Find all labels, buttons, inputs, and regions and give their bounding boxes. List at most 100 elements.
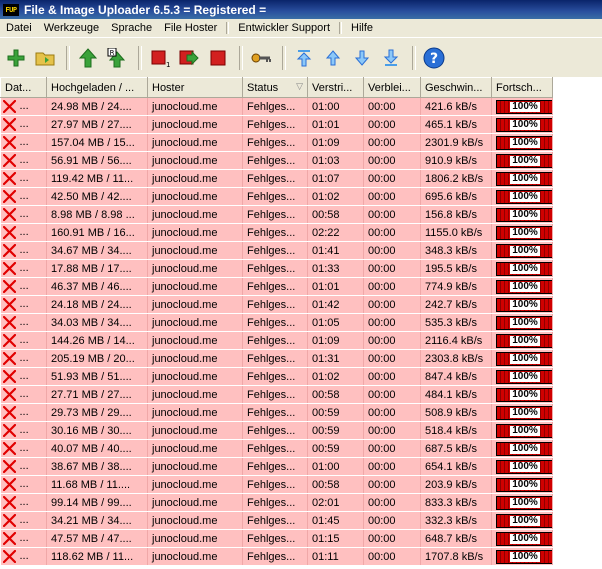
cell-date: ... bbox=[0, 367, 47, 386]
table-row[interactable]: ... 24.98 MB / 24.... junocloud.me Fehlges.… bbox=[0, 97, 553, 116]
progress-bar: 100% bbox=[496, 441, 552, 456]
table-row[interactable]: ... 34.03 MB / 34.... junocloud.me Fehlges.… bbox=[0, 313, 553, 332]
stop-all-icon bbox=[210, 50, 226, 65]
menu-separator bbox=[339, 22, 343, 34]
sort-desc-icon: ▽ bbox=[296, 81, 303, 91]
progress-label: 100% bbox=[510, 424, 540, 436]
table-row[interactable]: ... 144.26 MB / 14... junocloud.me Fehlges.… bbox=[0, 331, 553, 350]
progress-bar: 100% bbox=[496, 333, 552, 348]
column-header-speed[interactable]: Geschwin... bbox=[420, 77, 492, 98]
menu-sprache[interactable]: Sprache bbox=[105, 22, 158, 34]
cell-speed: 484.1 kB/s bbox=[420, 385, 492, 404]
cell-progress: 100% bbox=[491, 331, 553, 350]
column-header-elapsed[interactable]: Verstri... bbox=[307, 77, 364, 98]
cell-speed: 1707.8 kB/s bbox=[420, 547, 492, 566]
table-row[interactable]: ... 46.37 MB / 46.... junocloud.me Fehlges.… bbox=[0, 277, 553, 296]
cell-name: ... bbox=[19, 334, 29, 347]
column-header-status-label: Status bbox=[247, 81, 279, 94]
table-row[interactable]: ... 30.16 MB / 30.... junocloud.me Fehlges.… bbox=[0, 421, 553, 440]
cell-elapsed: 00:59 bbox=[307, 403, 364, 422]
cell-name: ... bbox=[19, 550, 29, 563]
stop-all-button[interactable] bbox=[205, 45, 231, 71]
menu-datei[interactable]: Datei bbox=[0, 22, 38, 34]
cell-speed: 465.1 kB/s bbox=[420, 115, 492, 134]
key-button[interactable] bbox=[248, 45, 274, 71]
column-header-hoster[interactable]: Hoster bbox=[147, 77, 243, 98]
cell-status: Fehlges... bbox=[242, 529, 308, 548]
column-header-progress[interactable]: Fortsch... bbox=[491, 77, 553, 98]
upload-button[interactable] bbox=[75, 45, 101, 71]
failed-x-icon bbox=[2, 262, 16, 275]
table-row[interactable]: ... 56.91 MB / 56.... junocloud.me Fehlges.… bbox=[0, 151, 553, 170]
cell-date: ... bbox=[0, 331, 47, 350]
progress-label: 100% bbox=[510, 262, 540, 274]
upload-registered-button[interactable]: R bbox=[104, 45, 130, 71]
table-header: Dat... Hochgeladen / ... Hoster Status ▽ … bbox=[0, 77, 553, 98]
table-row[interactable]: ... 27.97 MB / 27.... junocloud.me Fehlges.… bbox=[0, 115, 553, 134]
table-row[interactable]: ... 205.19 MB / 20... junocloud.me Fehlges.… bbox=[0, 349, 553, 368]
cell-progress: 100% bbox=[491, 529, 553, 548]
cell-speed: 156.8 kB/s bbox=[420, 205, 492, 224]
cell-speed: 648.7 kB/s bbox=[420, 529, 492, 548]
table-row[interactable]: ... 40.07 MB / 40.... junocloud.me Fehlges.… bbox=[0, 439, 553, 458]
add-file-icon bbox=[7, 49, 25, 66]
cell-hoster: junocloud.me bbox=[147, 187, 243, 206]
add-file-button[interactable] bbox=[3, 45, 29, 71]
column-header-uploaded[interactable]: Hochgeladen / ... bbox=[46, 77, 148, 98]
cell-speed: 508.9 kB/s bbox=[420, 403, 492, 422]
menu-werkzeuge[interactable]: Werkzeuge bbox=[38, 22, 105, 34]
menu-hilfe[interactable]: Hilfe bbox=[345, 22, 379, 34]
progress-bar: 100% bbox=[496, 495, 552, 510]
stop-arrow-icon bbox=[179, 50, 199, 65]
table-row[interactable]: ... 118.62 MB / 11... junocloud.me Fehlges.… bbox=[0, 547, 553, 566]
help-icon: ? bbox=[423, 47, 445, 68]
upload-list[interactable]: Dat... Hochgeladen / ... Hoster Status ▽ … bbox=[0, 77, 602, 569]
cell-progress: 100% bbox=[491, 151, 553, 170]
failed-x-icon bbox=[2, 208, 16, 221]
cell-speed: 535.3 kB/s bbox=[420, 313, 492, 332]
cell-speed: 654.1 kB/s bbox=[420, 457, 492, 476]
cell-speed: 687.5 kB/s bbox=[420, 439, 492, 458]
help-button[interactable]: ? bbox=[421, 45, 447, 71]
table-row[interactable]: ... 34.67 MB / 34.... junocloud.me Fehlges.… bbox=[0, 241, 553, 260]
move-bottom-button[interactable] bbox=[378, 45, 404, 71]
table-row[interactable]: ... 34.21 MB / 34.... junocloud.me Fehlges.… bbox=[0, 511, 553, 530]
cell-date: ... bbox=[0, 169, 47, 188]
table-row[interactable]: ... 47.57 MB / 47.... junocloud.me Fehlges.… bbox=[0, 529, 553, 548]
cell-elapsed: 00:58 bbox=[307, 385, 364, 404]
move-up-button[interactable] bbox=[320, 45, 346, 71]
cell-hoster: junocloud.me bbox=[147, 367, 243, 386]
table-row[interactable]: ... 17.88 MB / 17.... junocloud.me Fehlges.… bbox=[0, 259, 553, 278]
table-row[interactable]: ... 160.91 MB / 16... junocloud.me Fehlges.… bbox=[0, 223, 553, 242]
table-row[interactable]: ... 24.18 MB / 24.... junocloud.me Fehlges.… bbox=[0, 295, 553, 314]
table-row[interactable]: ... 11.68 MB / 11.... junocloud.me Fehlges.… bbox=[0, 475, 553, 494]
stop-next-button[interactable] bbox=[176, 45, 202, 71]
table-row[interactable]: ... 119.42 MB / 11... junocloud.me Fehlges.… bbox=[0, 169, 553, 188]
table-row[interactable]: ... 51.93 MB / 51.... junocloud.me Fehlges.… bbox=[0, 367, 553, 386]
table-row[interactable]: ... 99.14 MB / 99.... junocloud.me Fehlges.… bbox=[0, 493, 553, 512]
table-row[interactable]: ... 29.73 MB / 29.... junocloud.me Fehlges.… bbox=[0, 403, 553, 422]
move-top-button[interactable] bbox=[291, 45, 317, 71]
cell-uploaded: 8.98 MB / 8.98 ... bbox=[46, 205, 148, 224]
move-down-button[interactable] bbox=[349, 45, 375, 71]
progress-bar: 100% bbox=[496, 225, 552, 240]
progress-bar: 100% bbox=[496, 297, 552, 312]
table-row[interactable]: ... 42.50 MB / 42.... junocloud.me Fehlges.… bbox=[0, 187, 553, 206]
table-row[interactable]: ... 157.04 MB / 15... junocloud.me Fehlges.… bbox=[0, 133, 553, 152]
stop-one-button[interactable]: 1 bbox=[147, 45, 173, 71]
column-header-date[interactable]: Dat... bbox=[0, 77, 47, 98]
add-folder-button[interactable] bbox=[32, 45, 58, 71]
menu-entwickler-support[interactable]: Entwickler Support bbox=[232, 22, 336, 34]
table-row[interactable]: ... 27.71 MB / 27.... junocloud.me Fehlges.… bbox=[0, 385, 553, 404]
column-header-status[interactable]: Status ▽ bbox=[242, 77, 308, 98]
cell-name: ... bbox=[19, 190, 29, 203]
cell-status: Fehlges... bbox=[242, 331, 308, 350]
cell-status: Fehlges... bbox=[242, 205, 308, 224]
cell-remaining: 00:00 bbox=[363, 349, 421, 368]
failed-x-icon bbox=[2, 118, 16, 131]
cell-progress: 100% bbox=[491, 367, 553, 386]
table-row[interactable]: ... 8.98 MB / 8.98 ... junocloud.me Fehlges… bbox=[0, 205, 553, 224]
table-row[interactable]: ... 38.67 MB / 38.... junocloud.me Fehlges.… bbox=[0, 457, 553, 476]
column-header-remaining[interactable]: Verblei... bbox=[363, 77, 421, 98]
menu-file-hoster[interactable]: File Hoster bbox=[158, 22, 223, 34]
